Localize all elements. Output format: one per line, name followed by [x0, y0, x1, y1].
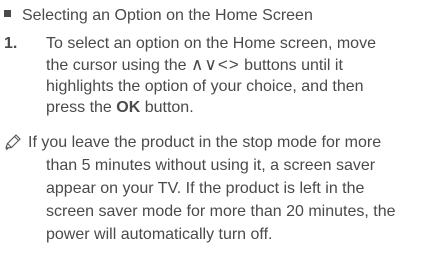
square-bullet-icon	[4, 10, 11, 17]
step-line-2: the cursor using the ∧∨<> buttons until …	[46, 54, 442, 76]
note-line-3: appear on your TV. If the product is lef…	[46, 180, 365, 197]
manual-page: Selecting an Option on the Home Screen 1…	[0, 0, 445, 261]
note-text: If you leave the product in the stop mod…	[4, 131, 442, 246]
step-text: To select an option on the Home screen, …	[46, 33, 442, 118]
step-number: 1.	[4, 35, 18, 52]
section-heading: Selecting an Option on the Home Screen	[4, 5, 313, 26]
step-line-2-prefix: the cursor using the	[46, 57, 191, 74]
step-line-1: To select an option on the Home screen, …	[46, 35, 376, 52]
step-line-4-suffix: button.	[140, 99, 194, 116]
step-line-4-prefix: press the	[46, 99, 117, 116]
note-line-5: power will automatically turn off.	[46, 226, 273, 243]
step-line-3: highlights the option of your choice, an…	[46, 78, 364, 95]
note-line-2: than 5 minutes without using it, a scree…	[46, 157, 376, 174]
step-line-4: press the OK button.	[46, 97, 442, 118]
step-line-2-suffix: buttons until it	[239, 57, 343, 74]
heading-text: Selecting an Option on the Home Screen	[22, 7, 313, 24]
note-line-4: screen saver mode for more than 20 minut…	[46, 203, 396, 220]
note-line-1: If you leave the product in the stop mod…	[28, 134, 382, 151]
ok-button-label: OK	[116, 99, 141, 116]
arrow-buttons-icon: ∧∨<>	[190, 55, 240, 74]
